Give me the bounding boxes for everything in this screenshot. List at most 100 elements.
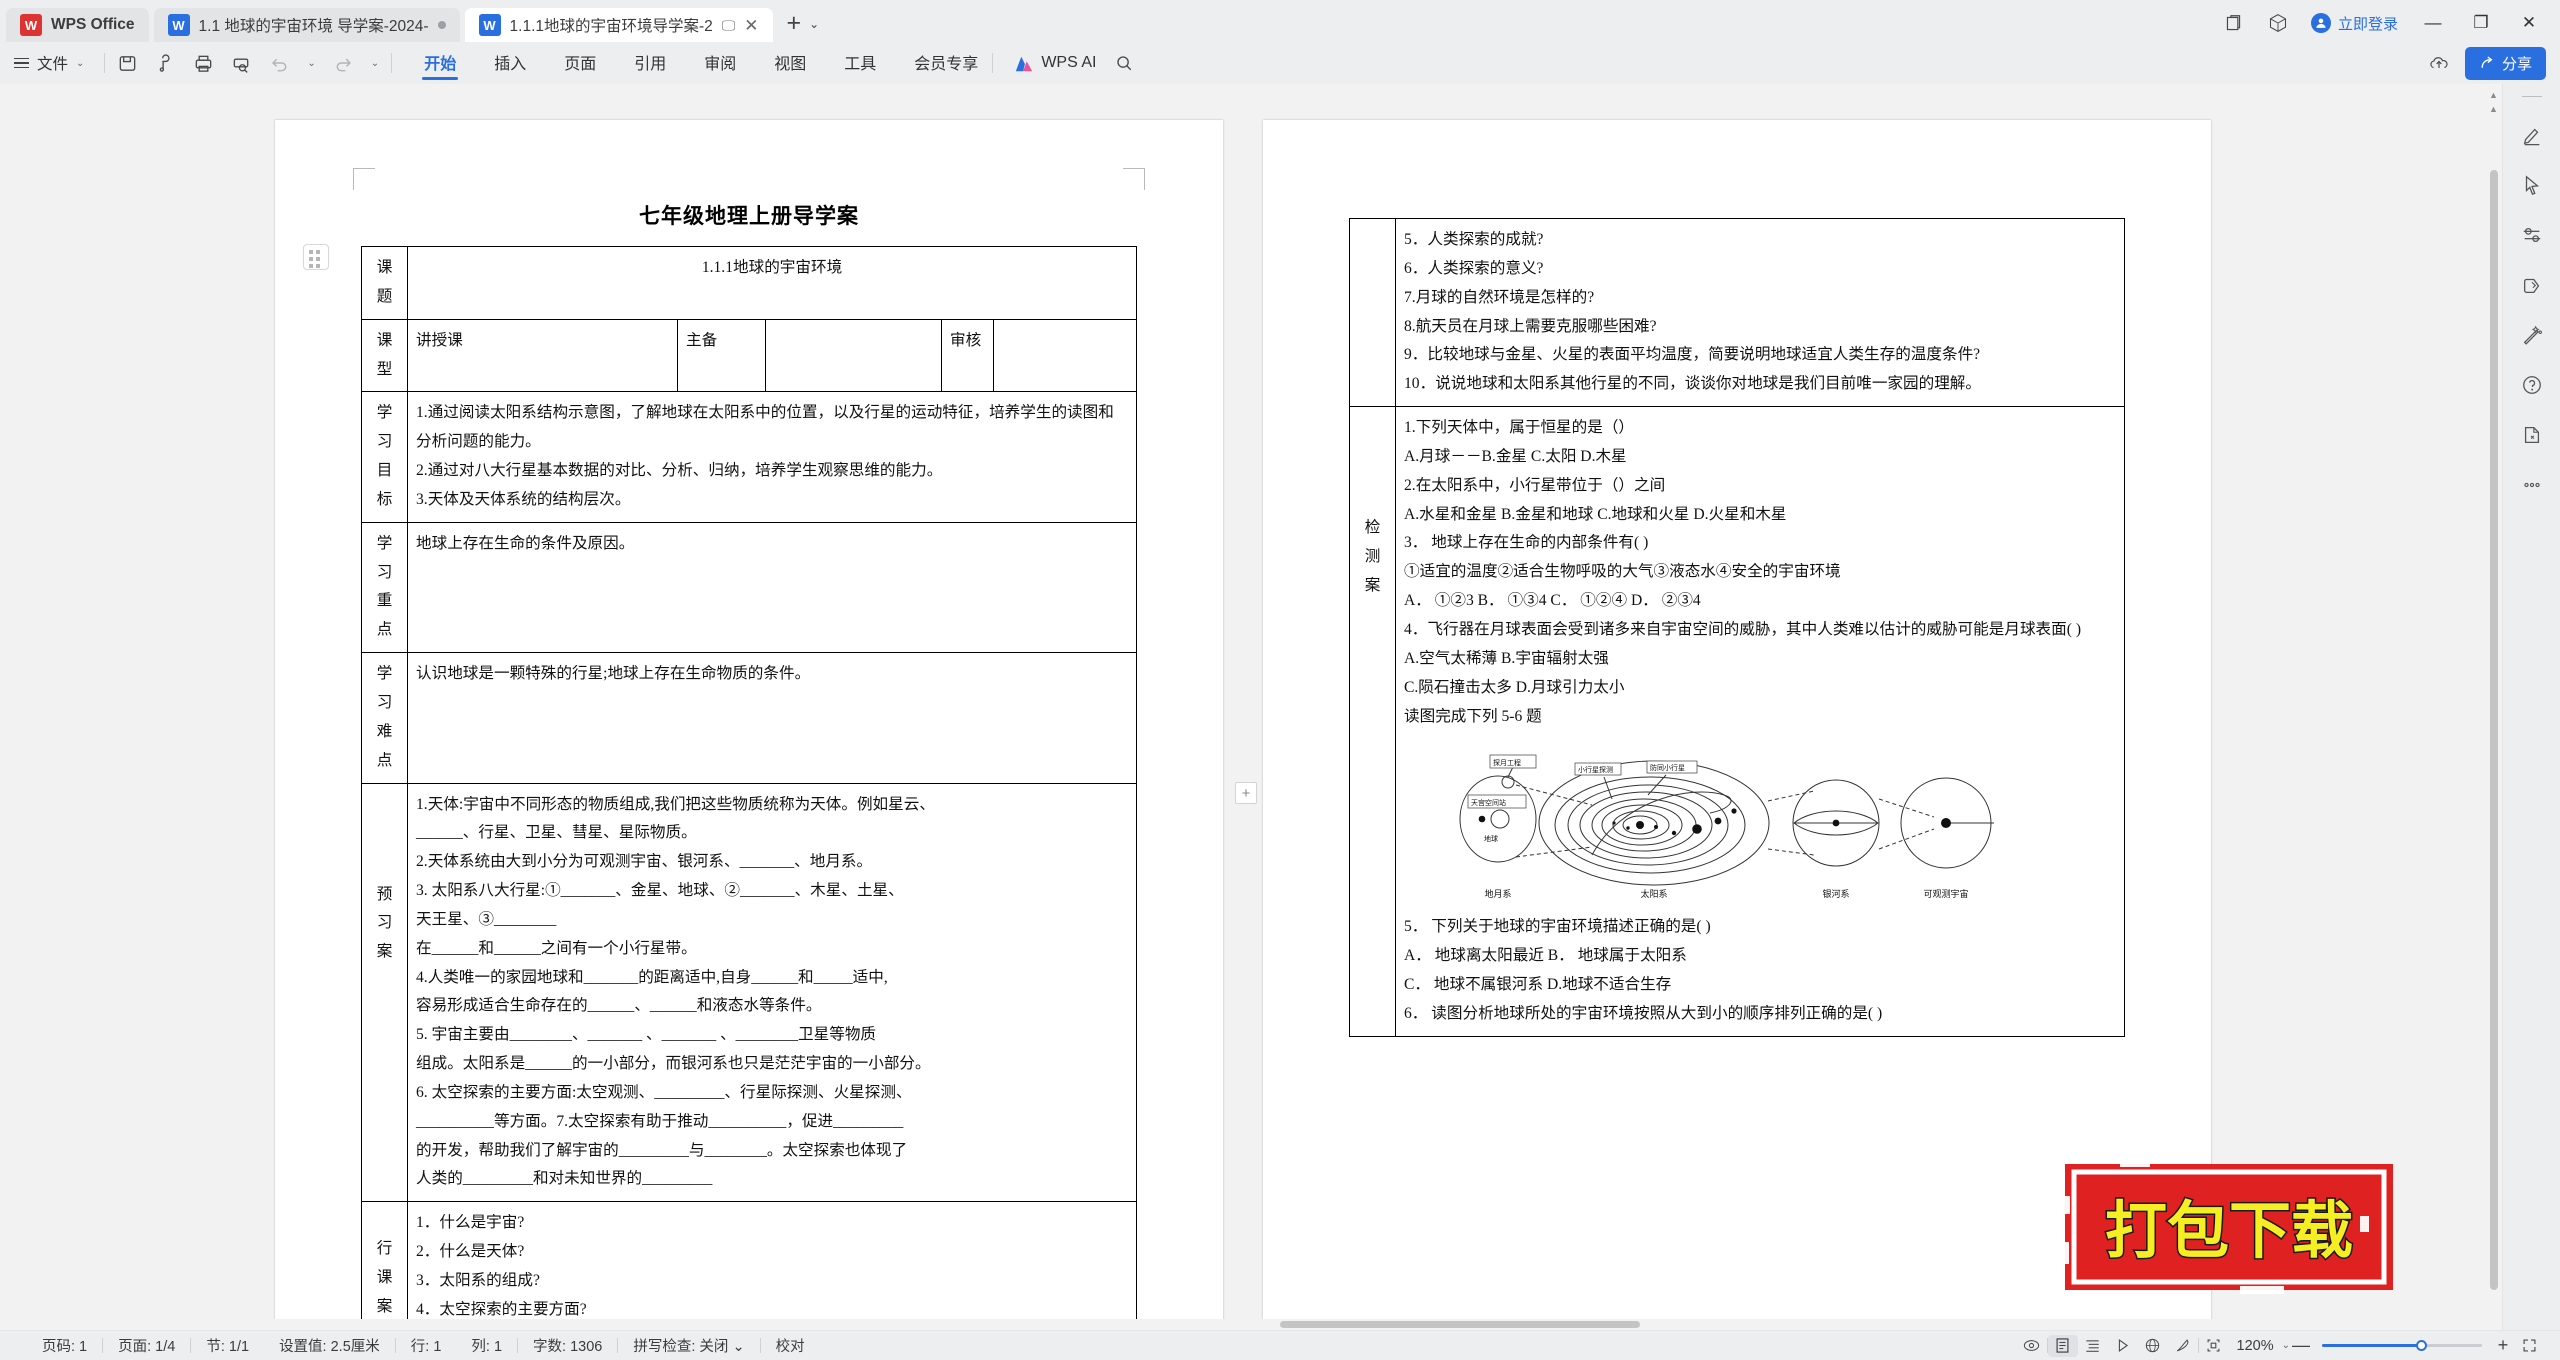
login-button[interactable]: 立即登录 — [2310, 13, 2398, 34]
document-canvas[interactable]: 七年级地理上册导学案 课题 1.1.1地球的宇宙环境 课型 讲授课 主备 审核 … — [0, 84, 2486, 1330]
sliders-icon[interactable] — [2520, 223, 2544, 247]
print-preview-icon[interactable] — [231, 53, 252, 74]
page-view-icon[interactable] — [2047, 1334, 2078, 1357]
file-menu-button[interactable]: 文件 ⌄ — [14, 52, 92, 74]
print-icon[interactable] — [193, 53, 214, 74]
scroll-up-icon[interactable]: ▲ — [2489, 104, 2498, 114]
cursor-icon[interactable] — [2520, 173, 2544, 197]
cube-icon[interactable] — [2267, 12, 2289, 34]
document-page-1[interactable]: 七年级地理上册导学案 课题 1.1.1地球的宇宙环境 课型 讲授课 主备 审核 … — [275, 120, 1257, 1330]
pen-icon[interactable] — [2520, 123, 2544, 147]
page-2-content: 5．人类探索的成就? 6．人类探索的意义? 7.月球的自然环境是怎样的? 8.航… — [1349, 217, 2125, 1330]
divider — [104, 53, 106, 73]
status-page-count[interactable]: 页面: 1/4 — [103, 1335, 190, 1356]
restore-button[interactable]: ❐ — [2468, 13, 2494, 33]
chevron-down-icon: ⌄ — [76, 57, 85, 69]
fullscreen-view-icon[interactable] — [2199, 1335, 2229, 1357]
more-icon[interactable] — [2520, 473, 2544, 497]
table-row: 检 测 案 1.下列天体中，属于恒星的是（） A.月球－－B.金星 C.太阳 D… — [1349, 406, 2125, 1037]
vertical-scrollbar[interactable]: ▲ ▲ — [2486, 84, 2502, 1330]
preview-item: 1.天体:宇宙中不同形态的物质组成,我们把这些物质统称为天体。例如星云、 — [416, 795, 935, 813]
status-section[interactable]: 节: 1/1 — [191, 1335, 264, 1356]
ribbon-tab-review[interactable]: 审阅 — [702, 46, 738, 81]
insert-page-button[interactable]: + — [1235, 782, 1257, 804]
magic-wand-icon[interactable] — [2520, 323, 2544, 347]
chevron-down-icon[interactable]: ⌄ — [2282, 1340, 2290, 1351]
help-icon[interactable] — [2520, 373, 2544, 397]
expand-icon[interactable] — [2514, 1335, 2544, 1357]
status-word-count[interactable]: 字数: 1306 — [518, 1335, 617, 1356]
ribbon-tab-member[interactable]: 会员专享 — [912, 46, 980, 81]
share-button[interactable]: 分享 — [2464, 46, 2546, 80]
ribbon-bar: 文件 ⌄ ⌄ ⌄ 开始 插入 页面 引用 审阅 视图 工具 会员专享 WPS A… — [0, 42, 2560, 84]
cloud-save-icon[interactable] — [155, 53, 176, 74]
scroll-top-icon[interactable]: ▲ — [2489, 90, 2498, 100]
chevron-down-icon[interactable]: ⌄ — [732, 1339, 744, 1355]
brand-tab[interactable]: W WPS Office — [6, 8, 149, 42]
status-setting[interactable]: 设置值: 2.5厘米 — [264, 1335, 395, 1356]
document-heading: 七年级地理上册导学案 — [639, 204, 859, 228]
document-tab-1[interactable]: W 1.1 地球的宇宙环境 导学案-2024- — [153, 8, 460, 42]
lesson-plan-table: 课题 1.1.1地球的宇宙环境 课型 讲授课 主备 审核 学习 目标 1.通过阅… — [361, 246, 1137, 1330]
minimize-button[interactable]: — — [2420, 13, 2446, 33]
status-line[interactable]: 行: 1 — [396, 1335, 457, 1356]
ribbon-tab-reference[interactable]: 引用 — [632, 46, 668, 81]
doc-repair-icon[interactable] — [2520, 423, 2544, 447]
search-icon[interactable] — [1114, 53, 1135, 74]
ribbon-tab-page[interactable]: 页面 — [562, 46, 598, 81]
action-item: 6．人类探索的意义? — [1404, 259, 1544, 277]
object-anchor-icon[interactable] — [303, 244, 329, 270]
wps-ai-button[interactable]: WPS AI — [1013, 54, 1096, 72]
document-page-2[interactable]: 5．人类探索的成就? 6．人类探索的意义? 7.月球的自然环境是怎样的? 8.航… — [1263, 120, 2211, 1330]
customize-icon[interactable]: ⌄ — [371, 58, 379, 69]
outline-view-icon[interactable] — [2078, 1335, 2108, 1357]
new-tab-button[interactable]: + — [787, 11, 802, 36]
vertical-scroll-thumb[interactable] — [2490, 170, 2498, 1290]
ribbon-tab-home[interactable]: 开始 — [422, 46, 459, 81]
table-row: 预 习 案 1.天体:宇宙中不同形态的物质组成,我们把这些物质统称为天体。例如星… — [361, 782, 1137, 1203]
test-item: 6． 读图分析地球所处的宇宙环境按照从大到小的顺序排列正确的是( ) — [1404, 1004, 1883, 1022]
ink-icon[interactable] — [2168, 1335, 2198, 1357]
horizontal-scroll-thumb[interactable] — [1280, 1321, 1640, 1328]
chevron-down-icon[interactable]: ⌄ — [307, 58, 315, 69]
zoom-in-button[interactable]: + — [2492, 1335, 2514, 1356]
save-icon[interactable] — [117, 53, 138, 74]
figure-callout-0: 探月工程 — [1493, 758, 1521, 767]
window-tab-bar: W WPS Office W 1.1 地球的宇宙环境 导学案-2024- W 1… — [0, 0, 2560, 42]
zoom-slider[interactable] — [2322, 1340, 2482, 1351]
document-tab-2[interactable]: W 1.1.1地球的宇宙环境导学案-2 🖵 ✕ — [464, 8, 773, 42]
type-label: 课型 — [361, 318, 408, 393]
ribbon-tab-insert[interactable]: 插入 — [492, 46, 528, 81]
zoom-slider-knob[interactable] — [2416, 1340, 2427, 1351]
close-button[interactable]: ✕ — [2516, 13, 2542, 33]
status-column[interactable]: 列: 1 — [456, 1335, 517, 1356]
window-copy-icon[interactable] — [2223, 12, 2245, 34]
zoom-level-label[interactable]: 120% — [2229, 1338, 2282, 1354]
key-label-line-2: 重点 — [376, 592, 393, 639]
lesson-plan-table-continued: 5．人类探索的成就? 6．人类探索的意义? 7.月球的自然环境是怎样的? 8.航… — [1349, 217, 2125, 1037]
web-view-icon[interactable] — [2138, 1335, 2168, 1357]
preview-item: 在______和______之间有一个小行星带。 — [416, 939, 697, 957]
action-item: 5．人类探索的成就? — [1404, 231, 1544, 248]
monitor-icon[interactable]: 🖵 — [722, 17, 736, 34]
status-page-number[interactable]: 页码: 1 — [16, 1335, 102, 1356]
hard-label: 学习 难点 — [361, 652, 408, 784]
read-view-icon[interactable] — [2108, 1335, 2138, 1357]
cloud-upload-icon[interactable] — [2428, 53, 2449, 74]
status-proofread[interactable]: 校对 — [761, 1335, 820, 1356]
status-spellcheck[interactable]: 拼写检查: 关闭 ⌄ — [618, 1335, 759, 1356]
download-watermark[interactable]: 打包下载 — [2060, 1156, 2398, 1298]
ribbon-tab-view[interactable]: 视图 — [772, 46, 808, 81]
horizontal-scrollbar[interactable] — [0, 1319, 2412, 1330]
eye-icon[interactable] — [2017, 1335, 2047, 1357]
zoom-out-button[interactable]: — — [2290, 1335, 2312, 1356]
eraser-icon[interactable] — [2520, 273, 2544, 297]
close-tab-icon[interactable]: ✕ — [744, 17, 758, 34]
undo-icon[interactable] — [269, 53, 290, 74]
chevron-down-icon[interactable]: ⌄ — [809, 17, 819, 31]
ribbon-tab-tools[interactable]: 工具 — [842, 46, 878, 81]
action-item: 7.月球的自然环境是怎样的? — [1404, 288, 1595, 306]
redo-icon[interactable] — [333, 53, 354, 74]
figure-callout-1: 天宫空间站 — [1471, 798, 1506, 807]
action-label-line-1: 行 — [376, 1240, 393, 1258]
